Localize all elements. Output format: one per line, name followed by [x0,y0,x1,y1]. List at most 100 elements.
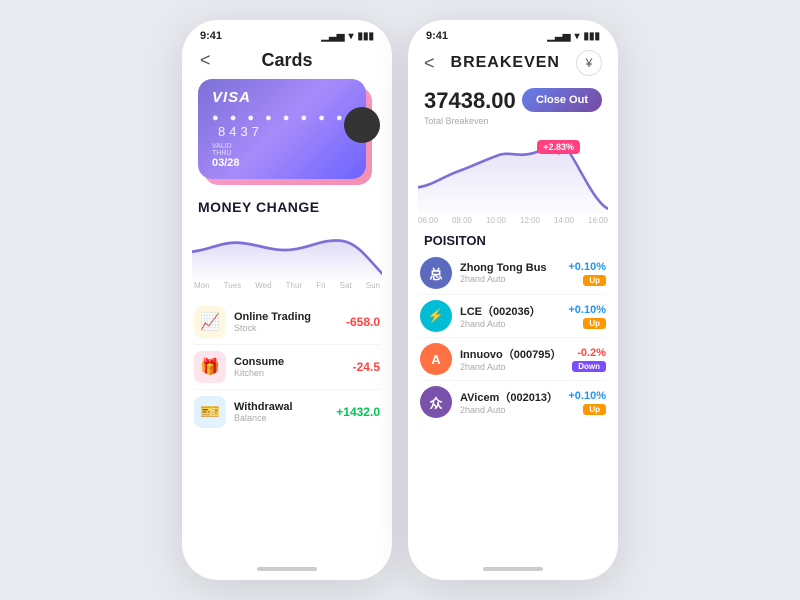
time-1200: 12:00 [520,216,540,225]
visa-card[interactable]: VISA ● ● ● ● ● ● ● ● 8437 VALIDTHRU 03/2… [198,79,366,179]
withdrawal-name: Withdrawal [234,401,336,413]
innuovo-sub: 2hand Auto [460,362,572,372]
time-labels: 06:00 08:00 10:00 12:00 14:00 16:00 [408,214,618,227]
consume-info: Consume Kitchen [234,356,353,378]
signal-icon: ▁▃▅ [321,31,344,42]
breakeven-left: 37438.00 Total Breakeven [424,88,516,126]
avicem-info: AVicem（002013） 2hand Auto [460,389,568,415]
day-tues: Tues [224,281,242,290]
transaction-item[interactable]: 📈 Online Trading Stock -658.0 [194,300,380,345]
card-area: VISA ● ● ● ● ● ● ● ● 8437 VALIDTHRU 03/2… [182,79,392,199]
trading-info: Online Trading Stock [234,311,346,333]
card-dots: ● ● ● ● ● ● ● ● 8437 [212,112,352,139]
trading-icon: 📈 [194,306,226,338]
home-bar-left [182,558,392,580]
zhong-tong-info: Zhong Tong Bus 2hand Auto [460,262,568,284]
status-bar-left: 9:41 ▁▃▅ ▾ ▮▮▮ [182,20,392,46]
money-change-title: MONEY CHANGE [182,199,392,219]
breakeven-title: BREAKEVEN [451,54,560,72]
consume-icon: 🎁 [194,351,226,383]
time-1000: 10:00 [486,216,506,225]
day-sat: Sat [340,281,352,290]
home-indicator-left [257,567,317,571]
position-item[interactable]: A Innuovo（000795） 2hand Auto -0.2% Down [420,338,606,381]
innuovo-badge: Down [572,361,606,372]
innuovo-right: -0.2% Down [572,347,606,372]
avicem-right: +0.10% Up [568,390,606,415]
yen-icon[interactable]: ¥ [576,50,602,76]
valid-thru-value: 03/28 [212,157,240,169]
back-arrow-right[interactable]: < [424,53,435,74]
avicem-name: AVicem（002013） [460,389,568,405]
card-info: VALIDTHRU 03/28 [212,143,352,169]
back-arrow-left[interactable]: < [200,50,211,71]
withdrawal-amount: +1432.0 [336,405,380,419]
avicem-badge: Up [583,404,606,415]
cards-title: Cards [261,50,312,71]
card-last-four: 8437 [218,124,263,139]
breakeven-phone: 9:41 ▁▃▅ ▾ ▮▮▮ < BREAKEVEN ¥ 37438.00 To… [408,20,618,580]
innuovo-change: -0.2% [577,347,606,359]
visa-logo: VISA [212,89,352,106]
avicem-change: +0.10% [568,390,606,402]
lce-info: LCE（002036） 2hand Auto [460,303,568,329]
lce-right: +0.10% Up [568,304,606,329]
lce-name: LCE（002036） [460,303,568,319]
breakeven-section: 37438.00 Total Breakeven Close Out [408,84,618,134]
lce-sub: 2hand Auto [460,319,568,329]
battery-icon-right: ▮▮▮ [583,31,600,42]
home-indicator-right [483,567,543,571]
position-item[interactable]: 众 AVicem（002013） 2hand Auto +0.10% Up [420,381,606,423]
position-title: POISITON [408,227,618,252]
innuovo-name: Innuovo（000795） [460,346,572,362]
trading-name: Online Trading [234,311,346,323]
time-left: 9:41 [200,30,222,42]
time-1600: 16:00 [588,216,608,225]
wifi-icon-right: ▾ [574,31,579,42]
breakeven-value: 37438.00 [424,88,516,114]
valid-thru-label: VALIDTHRU [212,143,240,157]
lce-change: +0.10% [568,304,606,316]
close-out-button[interactable]: Close Out [522,88,602,112]
day-fri: Fri [316,281,325,290]
innuovo-icon: A [420,343,452,375]
innuovo-info: Innuovo（000795） 2hand Auto [460,346,572,372]
lce-badge: Up [583,318,606,329]
day-mon: Mon [194,281,210,290]
zhong-tong-change: +0.10% [568,261,606,273]
withdrawal-icon: 🎫 [194,396,226,428]
status-icons-right: ▁▃▅ ▾ ▮▮▮ [547,31,600,42]
card-expiry: VALIDTHRU 03/28 [212,143,240,169]
breakeven-header: < BREAKEVEN ¥ [408,46,618,84]
avicem-sub: 2hand Auto [460,405,568,415]
withdrawal-sub: Balance [234,413,336,423]
time-0600: 06:00 [418,216,438,225]
zhong-tong-name: Zhong Tong Bus [460,262,568,274]
cards-phone: 9:41 ▁▃▅ ▾ ▮▮▮ < Cards VISA ● ● ● ● ● ● … [182,20,392,580]
zhong-tong-icon: 总 [420,257,452,289]
consume-name: Consume [234,356,353,368]
trading-sub: Stock [234,323,346,333]
position-item[interactable]: ⚡ LCE（002036） 2hand Auto +0.10% Up [420,295,606,338]
trading-amount: -658.0 [346,315,380,329]
breakeven-chart: +2.83% [408,134,618,214]
chart-svg-left [192,219,382,279]
time-0800: 08:00 [452,216,472,225]
day-wed: Wed [255,281,271,290]
position-item[interactable]: 总 Zhong Tong Bus 2hand Auto +0.10% Up [420,252,606,295]
time-1400: 14:00 [554,216,574,225]
consume-sub: Kitchen [234,368,353,378]
money-change-chart [182,219,392,279]
card-circle-decoration [344,107,380,143]
transaction-list: 📈 Online Trading Stock -658.0 🎁 Consume … [182,292,392,558]
day-thur: Thur [286,281,302,290]
battery-icon: ▮▮▮ [357,31,374,42]
transaction-item[interactable]: 🎫 Withdrawal Balance +1432.0 [194,390,380,434]
status-bar-right: 9:41 ▁▃▅ ▾ ▮▮▮ [408,20,618,46]
wifi-icon: ▾ [348,31,353,42]
lce-icon: ⚡ [420,300,452,332]
signal-icon-right: ▁▃▅ [547,31,570,42]
day-labels: Mon Tues Wed Thur Fri Sat Sun [182,279,392,292]
transaction-item[interactable]: 🎁 Consume Kitchen -24.5 [194,345,380,390]
breakeven-label: Total Breakeven [424,116,516,126]
